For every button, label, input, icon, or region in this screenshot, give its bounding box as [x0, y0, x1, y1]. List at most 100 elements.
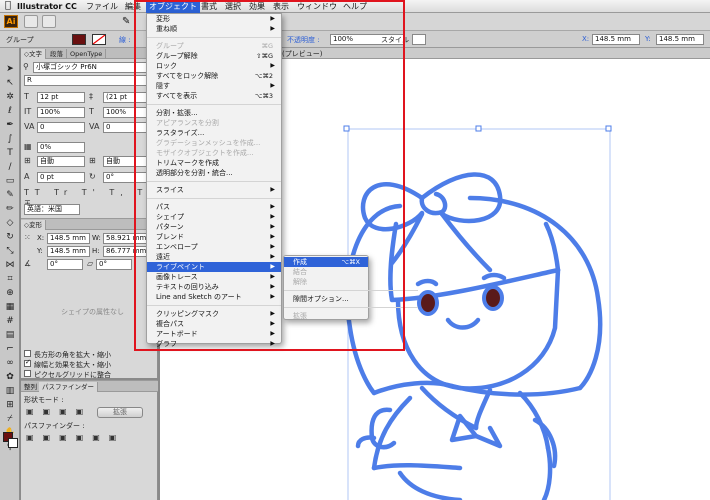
width-tool-icon[interactable]: ⋈	[3, 260, 17, 270]
menu-type[interactable]: 書式	[198, 0, 220, 13]
eyedropper-icon[interactable]: ⌐	[3, 344, 17, 354]
leading-field[interactable]: (21 pt	[103, 92, 151, 103]
tsume-field[interactable]: 0%	[37, 142, 85, 153]
menu-item[interactable]: Line and Sketch のアート ▶	[147, 292, 281, 302]
menu-item[interactable]: 透明部分を分割・統合...	[147, 168, 281, 178]
menu-item[interactable]: 隠す ▶	[147, 81, 281, 91]
curvature-icon[interactable]: ∫	[3, 134, 17, 144]
menu-edit[interactable]: 編集	[122, 0, 144, 13]
tab-opentype[interactable]: OpenType	[67, 49, 107, 59]
menu-item[interactable]: トリムマークを作成	[147, 158, 281, 168]
menu-item[interactable]: すべてをロック解除 ⌥⌘2	[147, 71, 281, 81]
menu-item[interactable]: グラフ ▶	[147, 339, 281, 349]
menu-item[interactable]: すべてを表示 ⌥⌘3	[147, 91, 281, 101]
menu-item[interactable]: 重ね順 ▶	[147, 24, 281, 34]
angle-field[interactable]: 0°	[47, 259, 83, 270]
shear-field[interactable]: 0°	[96, 259, 132, 270]
tab-paragraph[interactable]: 段落	[47, 49, 67, 59]
mesh-tool-icon[interactable]: #	[3, 316, 17, 326]
menu-item[interactable]: シェイプ ▶	[147, 212, 281, 222]
pen-tool-icon[interactable]: ✒	[3, 120, 17, 130]
transform-x-field[interactable]: 148.5 mm	[47, 233, 90, 244]
tab-transform[interactable]: ◇変形	[21, 220, 46, 230]
direct-selection-tool-icon[interactable]: ↖	[3, 78, 17, 88]
menu-item[interactable]: スライス ▶	[147, 185, 281, 195]
blend-tool-icon[interactable]: ∞	[3, 358, 17, 368]
tab-align[interactable]: 整列	[21, 382, 41, 392]
tab-pathfinder[interactable]: パスファインダー	[39, 382, 98, 392]
menu-item[interactable]: ロック ▶	[147, 61, 281, 71]
selection-tool-icon[interactable]: ➤	[3, 64, 17, 74]
tracking-field[interactable]: 0	[103, 122, 151, 133]
rotate-tool-icon[interactable]: ↻	[3, 232, 17, 242]
menu-item[interactable]: 複合パス ▶	[147, 319, 281, 329]
menu-item[interactable]: 作成 ⌥⌘X	[284, 257, 368, 267]
menu-item[interactable]: 画像トレース ▶	[147, 272, 281, 282]
menu-item[interactable]: クリッピングマスク ▶	[147, 309, 281, 319]
aki-left-field[interactable]: 自動	[37, 156, 85, 167]
pathfinder-icons[interactable]: ▣▣▣▣▣▣	[26, 433, 125, 443]
font-family-field[interactable]: 小塚ゴシック Pr6N	[33, 62, 155, 73]
pixel-grid-checkbox[interactable]	[24, 370, 31, 377]
fill-swatch[interactable]	[72, 34, 86, 45]
menu-item[interactable]: ライブペイント ▶	[147, 262, 281, 272]
menu-item[interactable]: 隙間オプション...	[284, 294, 368, 304]
menu-item[interactable]: エンベロープ ▶	[147, 242, 281, 252]
aki-right-field[interactable]: 自動	[103, 156, 151, 167]
tab-character[interactable]: ◇文字	[21, 49, 46, 59]
menu-object[interactable]: オブジェクト	[146, 0, 200, 13]
stroke-color-icon[interactable]	[8, 438, 18, 448]
x-field[interactable]: 148.5 mm	[592, 34, 640, 45]
menu-item[interactable]: 変形 ▶	[147, 14, 281, 24]
transform-w-field[interactable]: 58.921 mm	[103, 233, 151, 244]
stroke-label[interactable]: 線 :	[119, 35, 131, 45]
vertical-scale-field[interactable]: 100%	[37, 107, 85, 118]
menu-item[interactable]: 遠近 ▶	[147, 252, 281, 262]
shape-builder-icon[interactable]: ⊕	[3, 288, 17, 298]
line-tool-icon[interactable]: ∕	[3, 162, 17, 172]
paintbrush-icon[interactable]: ✎	[3, 190, 17, 200]
horizontal-scale-field[interactable]: 100%	[103, 107, 151, 118]
language-field[interactable]: 英語：米国	[24, 204, 80, 215]
menu-item[interactable]: グループ解除 ⇧⌘G	[147, 51, 281, 61]
menu-item[interactable]: パターン ▶	[147, 222, 281, 232]
menu-window[interactable]: ウィンドウ	[294, 0, 340, 13]
graph-tool-icon[interactable]: ▥	[3, 386, 17, 396]
arrange-documents-icon[interactable]	[42, 15, 56, 28]
lasso-icon[interactable]: ℓ	[3, 106, 17, 116]
opacity-label[interactable]: 不透明度 :	[287, 35, 320, 45]
reference-point-icon[interactable]: ⁙	[24, 233, 31, 243]
y-field[interactable]: 148.5 mm	[656, 34, 704, 45]
expand-button[interactable]: 拡張	[97, 407, 143, 418]
menu-item[interactable]: パス ▶	[147, 202, 281, 212]
scale-tool-icon[interactable]: ⤡	[3, 246, 17, 256]
artboard-tool-icon[interactable]: ⊞	[3, 400, 17, 410]
stroke-swatch[interactable]	[92, 34, 106, 45]
shape-mode-icons[interactable]: ▣▣▣▣	[26, 407, 92, 417]
apple-menu-icon[interactable]: 	[2, 0, 14, 13]
menu-item[interactable]: ラスタライズ...	[147, 128, 281, 138]
app-menu[interactable]: Illustrator CC	[14, 0, 80, 13]
font-size-field[interactable]: 12 pt	[37, 92, 85, 103]
menu-item[interactable]: アートボード ▶	[147, 329, 281, 339]
symbol-sprayer-icon[interactable]: ✿	[3, 372, 17, 382]
brush-icon[interactable]: ✎	[122, 15, 130, 28]
font-style-field[interactable]: R	[24, 75, 155, 86]
menu-item[interactable]: テキストの回り込み ▶	[147, 282, 281, 292]
magic-wand-icon[interactable]: ✲	[3, 92, 17, 102]
baseline-field[interactable]: 0 pt	[37, 172, 85, 183]
menu-help[interactable]: ヘルプ	[340, 0, 370, 13]
menu-file[interactable]: ファイル	[83, 0, 121, 13]
scale-corners-checkbox[interactable]	[24, 350, 31, 357]
menu-effect[interactable]: 効果	[246, 0, 268, 13]
menu-item[interactable]: ブレンド ▶	[147, 232, 281, 242]
pencil-icon[interactable]: ✏	[3, 204, 17, 214]
transform-y-field[interactable]: 148.5 mm	[47, 246, 90, 257]
menu-item[interactable]: 分割・拡張...	[147, 108, 281, 118]
transform-h-field[interactable]: 86.777 mm	[103, 246, 151, 257]
free-transform-icon[interactable]: ⌗	[3, 274, 17, 284]
rectangle-tool-icon[interactable]: ▭	[3, 176, 17, 186]
char-rotate-field[interactable]: 0°	[103, 172, 151, 183]
slice-tool-icon[interactable]: ⌿	[3, 414, 17, 424]
gradient-tool-icon[interactable]: ▤	[3, 330, 17, 340]
